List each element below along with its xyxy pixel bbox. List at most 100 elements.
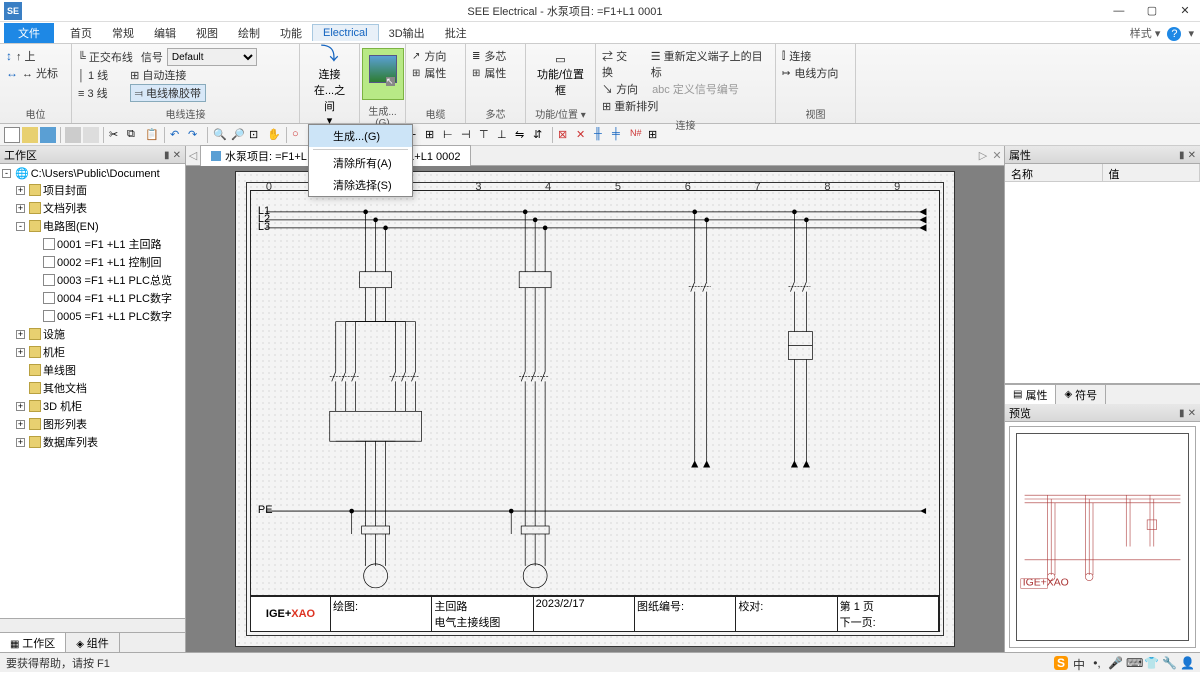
tree-item[interactable]: 0002 =F1 +L1 控制回 (2, 253, 183, 271)
ime-indicator[interactable]: 中 (1072, 656, 1086, 670)
tree-item[interactable]: + 文档列表 (2, 199, 183, 217)
qa-align-b-icon[interactable]: ⊥ (496, 127, 512, 143)
btn-define-signal-id[interactable]: abc 定义信号编号 (652, 81, 739, 97)
file-menu[interactable]: 文件 (4, 23, 54, 43)
qa-join-icon[interactable]: ╪ (611, 127, 627, 143)
qa-preview-icon[interactable] (83, 127, 99, 143)
tree-item[interactable]: + 项目封面 (2, 181, 183, 199)
tree-item[interactable]: + 图形列表 (2, 415, 183, 433)
project-tree[interactable]: -🌐 C:\Users\Public\Document + 项目封面+ 文档列表… (0, 164, 185, 618)
doctab-1[interactable]: 水泵项目: =F1+L (200, 145, 318, 167)
btn-multicore-prop[interactable]: ⊞ 属性 (472, 65, 519, 81)
qa-circle-icon[interactable]: ○ (291, 127, 307, 143)
qa-align-l-icon[interactable]: ⊢ (442, 127, 458, 143)
btn-rubberband[interactable]: ⫤ 电线橡胶带 (130, 84, 206, 102)
btn-generate[interactable]: ↖ (362, 48, 404, 100)
qa-break-icon[interactable]: ╫ (593, 127, 609, 143)
tabnav-left[interactable]: ◁ (186, 149, 200, 162)
tree-scroll-h[interactable] (0, 618, 185, 632)
tree-item[interactable]: + 3D 机柜 (2, 397, 183, 415)
ime-punct-icon[interactable]: •, (1090, 656, 1104, 670)
qa-num-icon[interactable]: N# (629, 127, 645, 143)
panel-close-icon[interactable]: ✕ (173, 150, 181, 161)
close-button[interactable]: ✕ (1170, 0, 1200, 22)
qa-zoomin-icon[interactable]: 🔍 (212, 127, 228, 143)
tab-edit[interactable]: 编辑 (144, 23, 186, 43)
style-dropdown[interactable]: 样式 ▾ (1130, 28, 1161, 40)
tree-item[interactable]: 0001 =F1 +L1 主回路 (2, 235, 183, 253)
btn-ortho[interactable]: ╚ 正交布线 (78, 49, 133, 65)
qa-cut-icon[interactable]: ✂ (108, 127, 124, 143)
dd-generate[interactable]: 生成...(G) (309, 125, 412, 147)
help-button[interactable]: ? (1167, 27, 1181, 41)
qa-zoomfit-icon[interactable]: ⊡ (248, 127, 264, 143)
qa-save-icon[interactable] (40, 127, 56, 143)
qa-flip-h-icon[interactable]: ⇋ (514, 127, 530, 143)
btn-up[interactable]: ↕↑ 上 (6, 48, 65, 64)
panel-close-icon[interactable]: ✕ (1188, 408, 1196, 419)
tab-home[interactable]: 首页 (60, 23, 102, 43)
menu-dropdown-icon[interactable]: ▾ (1188, 28, 1194, 40)
tab-3doutput[interactable]: 3D输出 (379, 23, 435, 43)
panel-pin-icon[interactable]: ▮ (164, 150, 170, 161)
qa-open-icon[interactable] (22, 127, 38, 143)
btn-wire-direction[interactable]: ↦ 电线方向 (782, 65, 849, 81)
qa-copy-icon[interactable]: ⧉ (126, 127, 142, 143)
ime-tool-icon[interactable]: 🔧 (1162, 656, 1176, 670)
btn-redefine-terminal[interactable]: ☰ 重新定义端子上的目标 (651, 48, 769, 80)
tree-item[interactable]: + 设施 (2, 325, 183, 343)
ime-brand-icon[interactable]: S (1054, 656, 1068, 670)
qa-paste-icon[interactable]: 📋 (144, 127, 160, 143)
qa-ungroup-icon[interactable]: ✕ (575, 127, 591, 143)
tree-item[interactable]: + 机柜 (2, 343, 183, 361)
qa-print-icon[interactable] (65, 127, 81, 143)
drawing-canvas[interactable]: 0123456789 L1L2L3 PE (186, 166, 1004, 652)
btn-connect-between[interactable]: ⤵ 连接在...之间 ▾ (309, 57, 351, 109)
tab-symbols[interactable]: ◈ 符号 (1056, 385, 1106, 404)
tabnav-close[interactable]: ✕ (990, 149, 1004, 162)
tab-components[interactable]: ◈ 组件 (66, 633, 119, 652)
btn-cable-prop[interactable]: ⊞ 属性 (412, 65, 459, 81)
btn-1wire[interactable]: │ 1 线 (78, 67, 108, 83)
panel-pin-icon[interactable]: ▮ (1179, 408, 1185, 419)
tab-properties[interactable]: ▤ 属性 (1005, 385, 1056, 404)
qa-grid-icon[interactable]: ⊞ (424, 127, 440, 143)
qa-flip-v-icon[interactable]: ⇵ (532, 127, 548, 143)
qa-new-icon[interactable] (4, 127, 20, 143)
ime-mic-icon[interactable]: 🎤 (1108, 656, 1122, 670)
minimize-button[interactable]: — (1104, 0, 1134, 22)
tab-workspace[interactable]: ▦ 工作区 (0, 633, 66, 652)
btn-conn-dir[interactable]: ↘ 方向 (602, 81, 638, 97)
property-grid[interactable]: 名称值 (1005, 164, 1200, 384)
qa-pan-icon[interactable]: ✋ (266, 127, 282, 143)
tabnav-right[interactable]: ▷ (976, 149, 990, 162)
maximize-button[interactable]: ▢ (1137, 0, 1167, 22)
qa-align-t-icon[interactable]: ⊤ (478, 127, 494, 143)
tree-root[interactable]: C:\Users\Public\Document (31, 168, 160, 180)
btn-multicore[interactable]: ≣ 多芯 (472, 48, 519, 64)
tree-item[interactable]: 0005 =F1 +L1 PLC数字 (2, 307, 183, 325)
tab-annotate[interactable]: 批注 (435, 23, 477, 43)
tab-function[interactable]: 功能 (270, 23, 312, 43)
tree-item[interactable]: 其他文档 (2, 379, 183, 397)
ime-keyboard-icon[interactable]: ⌨ (1126, 656, 1140, 670)
signal-select[interactable]: Default (167, 48, 257, 66)
btn-cursor[interactable]: ↔↔ 光标 (6, 65, 65, 81)
qa-group-icon[interactable]: ⊠ (557, 127, 573, 143)
btn-view-connect[interactable]: ⫿ 连接 (782, 48, 849, 64)
btn-swap[interactable]: ⇄ 交换 (602, 48, 637, 80)
dd-clear-selection[interactable]: 清除选择(S) (309, 174, 412, 196)
tree-item[interactable]: 0004 =F1 +L1 PLC数字 (2, 289, 183, 307)
ime-user-icon[interactable]: 👤 (1180, 656, 1194, 670)
dd-clear-all[interactable]: 清除所有(A) (309, 152, 412, 174)
panel-pin-icon[interactable]: ▮ (1179, 150, 1185, 161)
qa-redo-icon[interactable]: ↷ (187, 127, 203, 143)
tab-electrical[interactable]: Electrical (312, 24, 379, 41)
panel-close-icon[interactable]: ✕ (1188, 150, 1196, 161)
btn-3wire[interactable]: ≡ 3 线 (78, 85, 108, 101)
tree-item[interactable]: + 数据库列表 (2, 433, 183, 451)
btn-function-location[interactable]: ▭功能/位置框 (532, 53, 589, 98)
tab-draw[interactable]: 绘制 (228, 23, 270, 43)
qa-zoomout-icon[interactable]: 🔎 (230, 127, 246, 143)
preview-thumbnail[interactable]: IGE+XAO (1009, 426, 1196, 648)
